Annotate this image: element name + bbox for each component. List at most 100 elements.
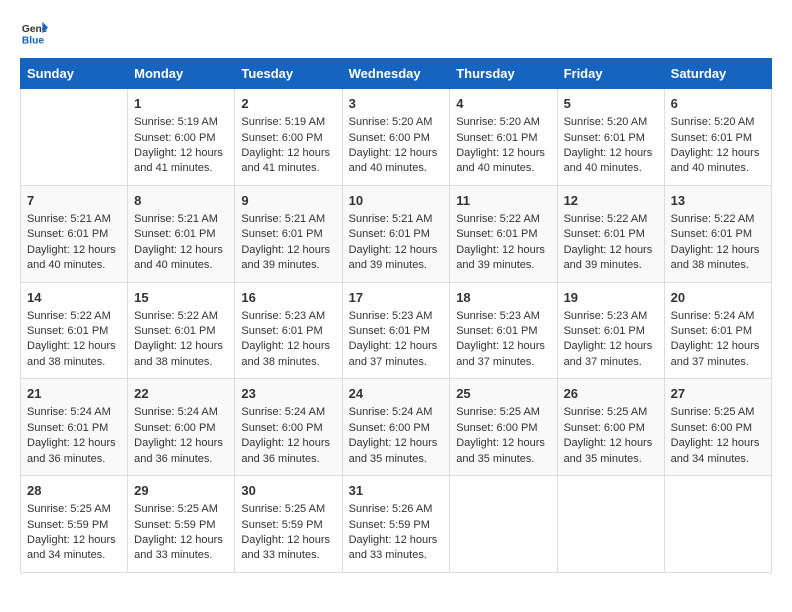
day-number: 11 bbox=[456, 192, 550, 210]
sunset-text: Sunset: 6:00 PM bbox=[564, 421, 658, 436]
calendar-cell: 13Sunrise: 5:22 AMSunset: 6:01 PMDayligh… bbox=[664, 185, 771, 282]
sunset-text: Sunset: 6:00 PM bbox=[241, 421, 335, 436]
sunrise-text: Sunrise: 5:25 AM bbox=[134, 502, 228, 517]
sunset-text: Sunset: 5:59 PM bbox=[134, 518, 228, 533]
sunrise-text: Sunrise: 5:23 AM bbox=[456, 309, 550, 324]
daylight-text-2: and 41 minutes. bbox=[134, 161, 228, 176]
calendar-cell: 10Sunrise: 5:21 AMSunset: 6:01 PMDayligh… bbox=[342, 185, 450, 282]
calendar-header: SundayMondayTuesdayWednesdayThursdayFrid… bbox=[21, 59, 772, 89]
daylight-text-2: and 36 minutes. bbox=[241, 452, 335, 467]
calendar-cell: 7Sunrise: 5:21 AMSunset: 6:01 PMDaylight… bbox=[21, 185, 128, 282]
day-number: 7 bbox=[27, 192, 121, 210]
daylight-text: Daylight: 12 hours bbox=[27, 243, 121, 258]
sunset-text: Sunset: 6:01 PM bbox=[27, 227, 121, 242]
daylight-text-2: and 38 minutes. bbox=[671, 258, 765, 273]
day-number: 30 bbox=[241, 482, 335, 500]
daylight-text-2: and 34 minutes. bbox=[671, 452, 765, 467]
daylight-text-2: and 38 minutes. bbox=[27, 355, 121, 370]
calendar-cell bbox=[450, 476, 557, 573]
day-number: 14 bbox=[27, 289, 121, 307]
sunset-text: Sunset: 6:00 PM bbox=[349, 131, 444, 146]
daylight-text-2: and 35 minutes. bbox=[456, 452, 550, 467]
sunrise-text: Sunrise: 5:22 AM bbox=[564, 212, 658, 227]
day-number: 5 bbox=[564, 95, 658, 113]
sunset-text: Sunset: 6:01 PM bbox=[671, 131, 765, 146]
sunset-text: Sunset: 5:59 PM bbox=[349, 518, 444, 533]
calendar-cell: 27Sunrise: 5:25 AMSunset: 6:00 PMDayligh… bbox=[664, 379, 771, 476]
sunrise-text: Sunrise: 5:21 AM bbox=[349, 212, 444, 227]
daylight-text: Daylight: 12 hours bbox=[564, 436, 658, 451]
day-number: 13 bbox=[671, 192, 765, 210]
sunset-text: Sunset: 6:01 PM bbox=[27, 324, 121, 339]
daylight-text: Daylight: 12 hours bbox=[564, 339, 658, 354]
calendar-cell: 31Sunrise: 5:26 AMSunset: 5:59 PMDayligh… bbox=[342, 476, 450, 573]
daylight-text: Daylight: 12 hours bbox=[456, 339, 550, 354]
daylight-text-2: and 41 minutes. bbox=[241, 161, 335, 176]
daylight-text: Daylight: 12 hours bbox=[27, 533, 121, 548]
daylight-text: Daylight: 12 hours bbox=[349, 146, 444, 161]
week-row-4: 21Sunrise: 5:24 AMSunset: 6:01 PMDayligh… bbox=[21, 379, 772, 476]
daylight-text-2: and 33 minutes. bbox=[134, 548, 228, 563]
daylight-text: Daylight: 12 hours bbox=[671, 339, 765, 354]
daylight-text: Daylight: 12 hours bbox=[27, 339, 121, 354]
sunset-text: Sunset: 6:01 PM bbox=[27, 421, 121, 436]
page-header: General Blue bbox=[20, 20, 772, 48]
daylight-text-2: and 39 minutes. bbox=[564, 258, 658, 273]
sunrise-text: Sunrise: 5:22 AM bbox=[134, 309, 228, 324]
day-number: 16 bbox=[241, 289, 335, 307]
calendar-cell: 2Sunrise: 5:19 AMSunset: 6:00 PMDaylight… bbox=[235, 89, 342, 186]
day-number: 25 bbox=[456, 385, 550, 403]
sunrise-text: Sunrise: 5:20 AM bbox=[564, 115, 658, 130]
sunrise-text: Sunrise: 5:22 AM bbox=[456, 212, 550, 227]
day-number: 31 bbox=[349, 482, 444, 500]
calendar-cell: 22Sunrise: 5:24 AMSunset: 6:00 PMDayligh… bbox=[128, 379, 235, 476]
daylight-text-2: and 39 minutes. bbox=[349, 258, 444, 273]
calendar-cell: 24Sunrise: 5:24 AMSunset: 6:00 PMDayligh… bbox=[342, 379, 450, 476]
calendar-cell: 5Sunrise: 5:20 AMSunset: 6:01 PMDaylight… bbox=[557, 89, 664, 186]
day-number: 17 bbox=[349, 289, 444, 307]
day-number: 4 bbox=[456, 95, 550, 113]
daylight-text-2: and 39 minutes. bbox=[456, 258, 550, 273]
daylight-text-2: and 39 minutes. bbox=[241, 258, 335, 273]
calendar-cell: 29Sunrise: 5:25 AMSunset: 5:59 PMDayligh… bbox=[128, 476, 235, 573]
day-number: 23 bbox=[241, 385, 335, 403]
sunset-text: Sunset: 6:00 PM bbox=[241, 131, 335, 146]
sunset-text: Sunset: 6:01 PM bbox=[671, 227, 765, 242]
calendar-cell: 28Sunrise: 5:25 AMSunset: 5:59 PMDayligh… bbox=[21, 476, 128, 573]
daylight-text-2: and 37 minutes. bbox=[671, 355, 765, 370]
daylight-text: Daylight: 12 hours bbox=[349, 339, 444, 354]
sunset-text: Sunset: 6:00 PM bbox=[671, 421, 765, 436]
header-tuesday: Tuesday bbox=[235, 59, 342, 89]
sunset-text: Sunset: 6:01 PM bbox=[241, 227, 335, 242]
calendar-cell: 16Sunrise: 5:23 AMSunset: 6:01 PMDayligh… bbox=[235, 282, 342, 379]
sunrise-text: Sunrise: 5:20 AM bbox=[671, 115, 765, 130]
header-thursday: Thursday bbox=[450, 59, 557, 89]
calendar-cell: 30Sunrise: 5:25 AMSunset: 5:59 PMDayligh… bbox=[235, 476, 342, 573]
sunset-text: Sunset: 6:01 PM bbox=[456, 227, 550, 242]
header-friday: Friday bbox=[557, 59, 664, 89]
calendar-cell: 21Sunrise: 5:24 AMSunset: 6:01 PMDayligh… bbox=[21, 379, 128, 476]
calendar-cell: 4Sunrise: 5:20 AMSunset: 6:01 PMDaylight… bbox=[450, 89, 557, 186]
daylight-text-2: and 37 minutes. bbox=[564, 355, 658, 370]
daylight-text: Daylight: 12 hours bbox=[241, 436, 335, 451]
sunrise-text: Sunrise: 5:25 AM bbox=[27, 502, 121, 517]
sunrise-text: Sunrise: 5:24 AM bbox=[134, 405, 228, 420]
day-number: 26 bbox=[564, 385, 658, 403]
daylight-text: Daylight: 12 hours bbox=[456, 243, 550, 258]
sunset-text: Sunset: 6:01 PM bbox=[134, 324, 228, 339]
sunrise-text: Sunrise: 5:23 AM bbox=[349, 309, 444, 324]
sunset-text: Sunset: 6:00 PM bbox=[456, 421, 550, 436]
day-number: 1 bbox=[134, 95, 228, 113]
daylight-text: Daylight: 12 hours bbox=[134, 339, 228, 354]
daylight-text: Daylight: 12 hours bbox=[671, 146, 765, 161]
daylight-text-2: and 40 minutes. bbox=[27, 258, 121, 273]
calendar-cell: 17Sunrise: 5:23 AMSunset: 6:01 PMDayligh… bbox=[342, 282, 450, 379]
daylight-text: Daylight: 12 hours bbox=[671, 436, 765, 451]
sunset-text: Sunset: 6:01 PM bbox=[671, 324, 765, 339]
day-number: 18 bbox=[456, 289, 550, 307]
day-number: 15 bbox=[134, 289, 228, 307]
sunset-text: Sunset: 6:00 PM bbox=[134, 131, 228, 146]
sunset-text: Sunset: 6:00 PM bbox=[134, 421, 228, 436]
sunrise-text: Sunrise: 5:24 AM bbox=[671, 309, 765, 324]
daylight-text-2: and 33 minutes. bbox=[349, 548, 444, 563]
